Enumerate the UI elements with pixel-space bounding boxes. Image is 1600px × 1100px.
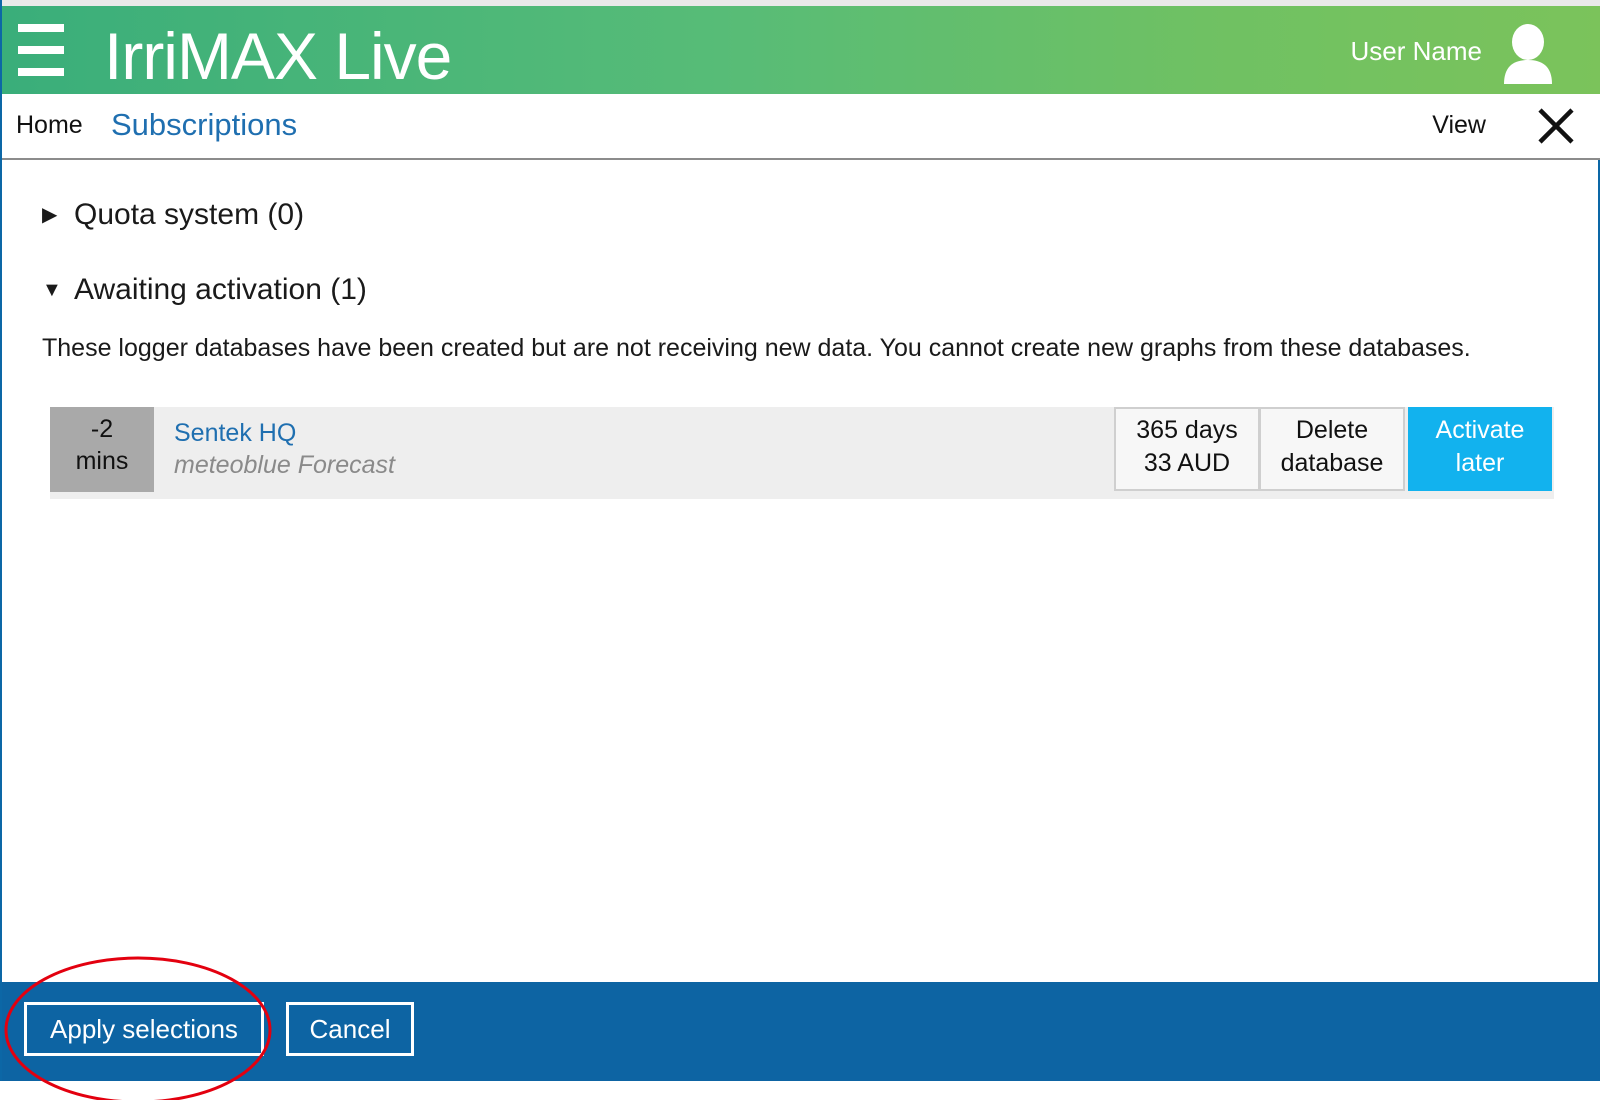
user-avatar-icon[interactable]: [1502, 22, 1554, 86]
breadcrumb-bar: Home Subscriptions View: [2, 94, 1600, 160]
activate-label-line1: Activate: [1435, 416, 1525, 444]
section-description: These logger databases have been created…: [42, 334, 1471, 362]
section-label-quota: Quota system (0): [74, 198, 305, 231]
close-icon[interactable]: [1536, 106, 1576, 146]
app-title: IrriMAX Live: [104, 19, 452, 93]
breadcrumb-home[interactable]: Home: [16, 110, 83, 140]
activate-later-button[interactable]: Activate later: [1408, 407, 1552, 491]
user-name[interactable]: User Name: [1351, 36, 1482, 66]
section-label-awaiting: Awaiting activation (1): [74, 273, 367, 306]
delete-label-line1: Delete: [1295, 416, 1369, 444]
action-footer: Apply selections Cancel: [2, 982, 1600, 1081]
apply-selections-button[interactable]: Apply selections: [24, 1002, 264, 1056]
caret-right-icon: ▶: [42, 204, 58, 226]
cancel-button[interactable]: Cancel: [286, 1002, 414, 1056]
subscription-duration: 365 days: [1136, 416, 1238, 444]
age-unit: mins: [75, 447, 129, 475]
view-menu-button[interactable]: View: [1432, 110, 1486, 140]
caret-down-icon: ▼: [42, 279, 62, 301]
section-toggle-quota[interactable]: ▶ Quota system (0): [42, 198, 304, 232]
subscription-price: 33 AUD: [1143, 449, 1231, 477]
last-update-badge: -2 mins: [50, 407, 154, 492]
section-toggle-awaiting[interactable]: ▼ Awaiting activation (1): [42, 273, 367, 307]
delete-database-button[interactable]: Delete database: [1259, 407, 1405, 491]
database-row: -2 mins Sentek HQ meteoblue Forecast 365…: [50, 407, 1554, 499]
database-name-link[interactable]: Sentek HQ: [174, 418, 296, 448]
subscription-price-button[interactable]: 365 days 33 AUD: [1114, 407, 1260, 491]
database-type: meteoblue Forecast: [174, 451, 395, 479]
page-title: Subscriptions: [111, 107, 298, 142]
activate-label-line2: later: [1455, 449, 1505, 477]
app-window: IrriMAX Live User Name Home Subscription…: [0, 0, 1600, 1100]
app-header: IrriMAX Live User Name: [2, 0, 1600, 94]
hamburger-menu-icon[interactable]: [18, 24, 64, 76]
age-value: -2: [90, 415, 114, 443]
delete-label-line2: database: [1280, 449, 1384, 477]
